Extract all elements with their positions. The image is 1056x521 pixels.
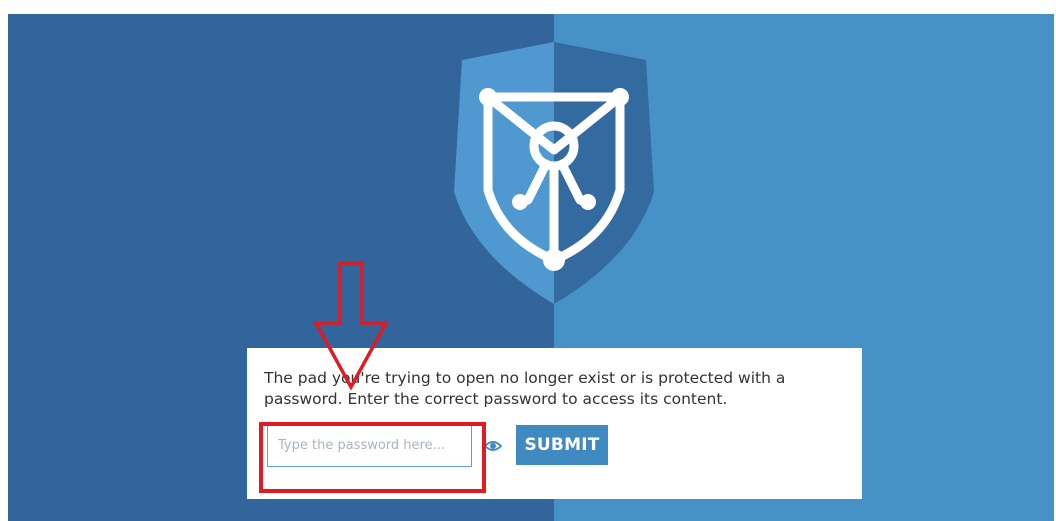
password-message: The pad you're trying to open no longer … xyxy=(264,369,786,408)
password-dialog: The pad you're trying to open no longer … xyxy=(247,348,862,499)
page-background: The pad you're trying to open no longer … xyxy=(8,14,1054,521)
password-input[interactable] xyxy=(267,424,472,467)
shield-logo-icon xyxy=(454,42,654,304)
submit-button[interactable]: SUBMIT xyxy=(516,425,608,465)
eye-icon[interactable] xyxy=(484,440,502,452)
